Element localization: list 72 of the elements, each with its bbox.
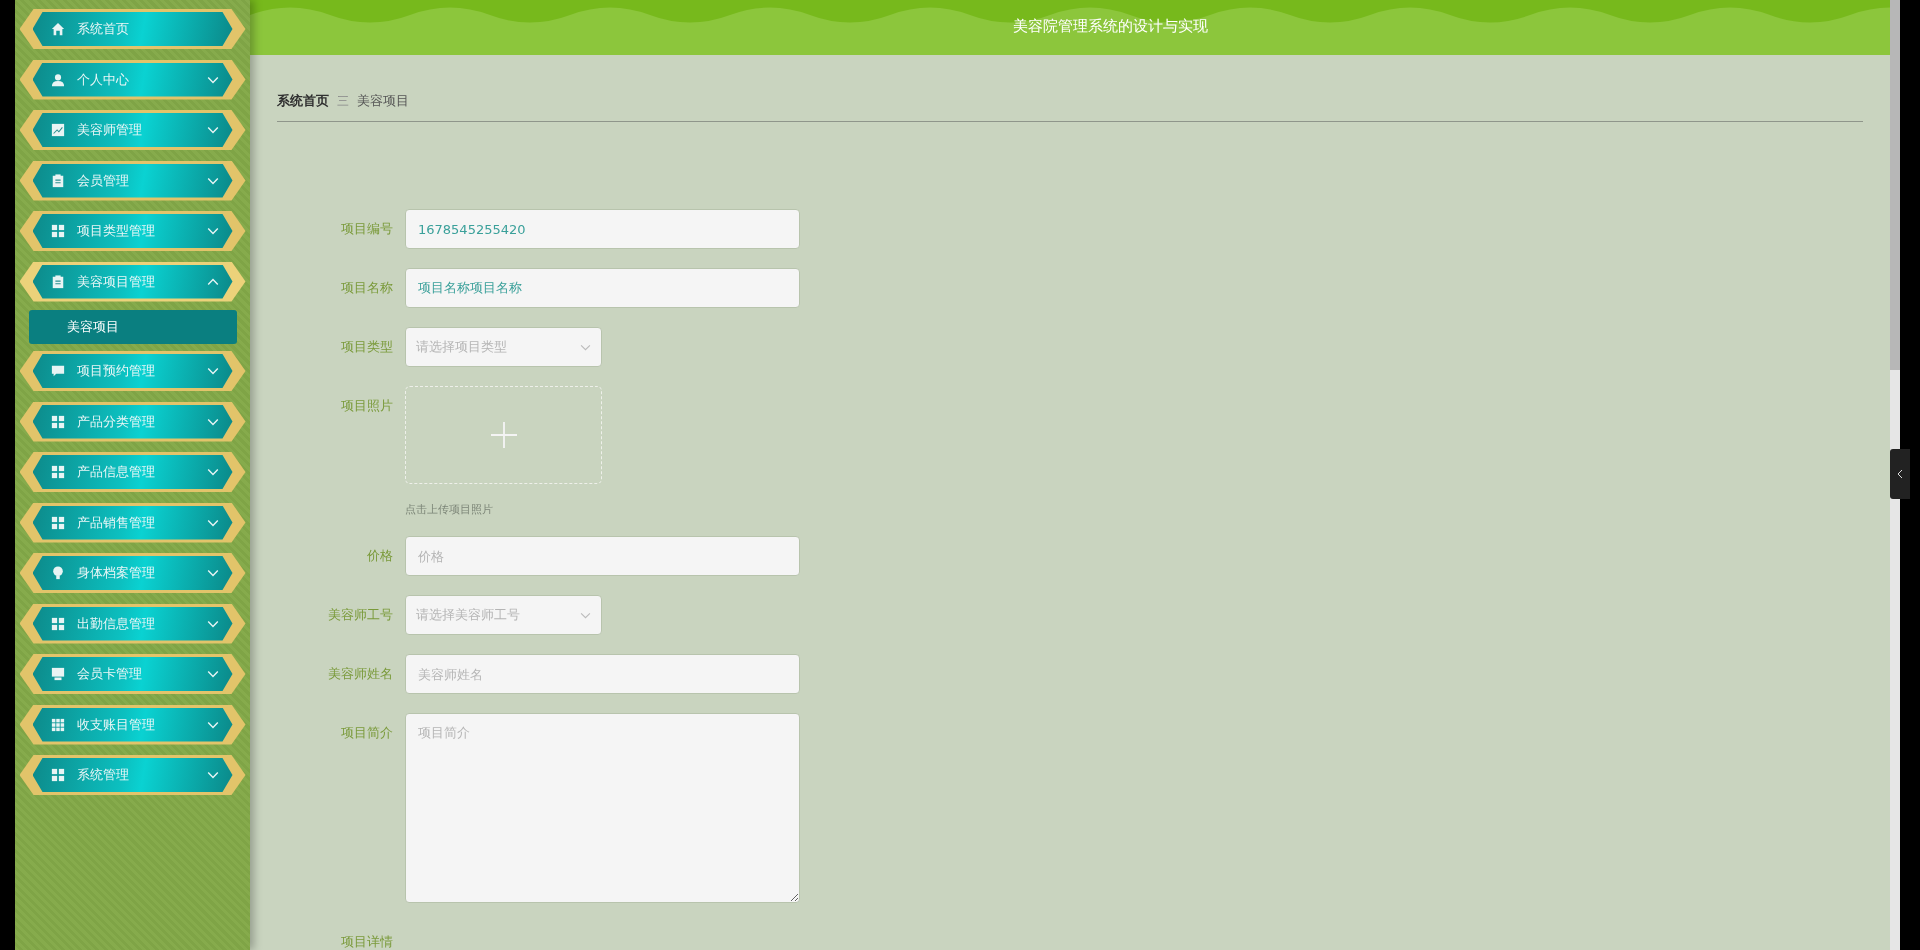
chevron-icon — [580, 611, 591, 619]
chevron-icon — [580, 343, 591, 351]
home-icon — [50, 22, 65, 36]
chevron-icon — [206, 569, 219, 577]
submenu-item[interactable]: 美容项目 — [28, 310, 237, 344]
chevron-icon — [206, 227, 219, 235]
grid-icon — [50, 768, 65, 782]
sidebar-item[interactable]: 身体档案管理 — [19, 553, 246, 593]
grid-icon — [50, 414, 65, 429]
sidebar-item[interactable]: 系统首页 — [19, 9, 246, 49]
chevron-icon — [206, 367, 219, 375]
sidebar-item[interactable]: 产品分类管理 — [19, 401, 246, 442]
textarea-field[interactable]: 项目简介 — [405, 713, 800, 903]
field-label: 项目简介 — [340, 724, 394, 742]
sidebar-item[interactable]: 个人中心 — [19, 59, 246, 100]
field-label: 美容师工号 — [327, 606, 394, 624]
sidebar-item[interactable]: 产品信息管理 — [19, 452, 246, 492]
chevron-icon — [206, 468, 219, 476]
chevron-icon — [206, 277, 219, 286]
sidebar-item[interactable]: 出勤信息管理 — [19, 603, 246, 644]
clipboard-icon — [50, 173, 65, 188]
chevron-icon — [206, 670, 219, 678]
select-field[interactable]: 请选择项目类型 — [405, 327, 602, 367]
chevron-icon — [206, 176, 219, 185]
sidebar-item[interactable]: 项目类型管理 — [19, 211, 246, 251]
sidebar-item[interactable]: 美容师管理 — [19, 110, 246, 150]
chevron-icon — [206, 771, 219, 779]
breadcrumb-item[interactable]: 系统首页 — [277, 92, 329, 110]
input-field[interactable]: 美容师姓名 — [405, 654, 800, 694]
chevron-icon — [206, 126, 219, 134]
select-field[interactable]: 请选择美容师工号 — [405, 595, 602, 635]
app-title: 美容院管理系统的设计与实现 — [1012, 17, 1208, 36]
sidebar-item[interactable]: 产品销售管理 — [19, 502, 246, 543]
chevron-icon — [206, 417, 219, 426]
grid-icon — [50, 465, 65, 479]
chevron-left-icon — [1897, 469, 1903, 479]
upload-area[interactable] — [405, 386, 602, 484]
sidebar-item[interactable]: 会员管理 — [19, 160, 246, 201]
bulb-icon — [50, 566, 65, 580]
sidebar-item[interactable]: 系统管理 — [19, 755, 246, 795]
chevron-icon — [206, 75, 219, 84]
input-field[interactable]: 1678545255420 — [405, 209, 800, 249]
input-field[interactable]: 项目名称项目名称 — [405, 268, 800, 308]
grid-icon — [50, 224, 65, 238]
grid-icon — [50, 616, 65, 631]
field-label: 项目名称 — [340, 279, 394, 297]
chat-icon — [50, 364, 65, 378]
field-label: 价格 — [366, 547, 394, 565]
clipboard-icon — [50, 274, 65, 289]
chevron-icon — [206, 518, 219, 527]
field-label: 项目照片 — [340, 397, 394, 415]
field-label: 项目编号 — [340, 220, 394, 238]
breadcrumb-item[interactable]: 美容项目 — [357, 92, 409, 110]
sidebar-item[interactable]: 会员卡管理 — [19, 654, 246, 694]
field-label: 美容师姓名 — [327, 665, 394, 683]
grid9-icon — [50, 717, 65, 732]
user-icon — [50, 72, 65, 87]
input-field[interactable]: 价格 — [405, 536, 800, 576]
sidebar-item[interactable]: 收支账目管理 — [19, 704, 246, 745]
field-label: 项目详情 — [340, 933, 394, 950]
field-label: 项目类型 — [340, 338, 394, 356]
collapse-button[interactable] — [1890, 449, 1910, 499]
scrollbar[interactable] — [1890, 0, 1900, 950]
chevron-icon — [206, 619, 219, 628]
chevron-icon — [206, 720, 219, 729]
breadcrumb-separator: 三 — [337, 92, 349, 110]
sidebar-item[interactable]: 美容项目管理 — [19, 261, 246, 302]
grid-icon — [50, 515, 65, 530]
chart-icon — [50, 123, 65, 137]
sidebar-item[interactable]: 项目预约管理 — [19, 351, 246, 391]
plus-icon — [490, 422, 517, 448]
upload-hint: 点击上传项目照片 — [405, 502, 494, 517]
